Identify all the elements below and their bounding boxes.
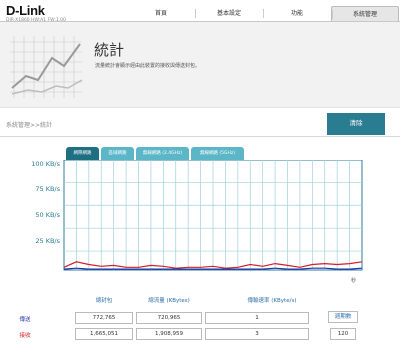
statistics-graph-icon <box>10 36 83 98</box>
traffic-chart: 100 KB/s 75 KB/s 50 KB/s 25 KB/s 秒 <box>0 160 400 288</box>
nav-home[interactable]: 首頁 <box>127 6 195 21</box>
tab-internet[interactable]: 網際網路 <box>66 147 99 161</box>
transmit-rate: 1 <box>205 312 309 324</box>
nav-basic-settings[interactable]: 基本設定 <box>195 6 263 21</box>
tab-wireless-24ghz[interactable]: 無線網路 (2.4GHz) <box>136 147 189 161</box>
column-header-traffic: 總流量 (KBytes) <box>148 298 190 304</box>
transmit-traffic: 720,965 <box>136 312 202 324</box>
nav-features[interactable]: 功能 <box>263 6 331 21</box>
clear-button[interactable]: 清除 <box>327 113 385 135</box>
interface-tabs: 網際網路 區域網路 無線網路 (2.4GHz) 無線網路 (5GHz) <box>66 147 246 161</box>
statistics-table: 總封包 總流量 (KBytes) 傳輸速率 (KByte/s) 傳送 772,7… <box>0 296 400 355</box>
tab-wireless-5ghz[interactable]: 無線網路 (5GHz) <box>191 147 244 161</box>
chart-plot <box>63 160 363 271</box>
dlink-logo: D-Link <box>6 3 45 18</box>
interval-input[interactable]: 120 <box>330 328 356 340</box>
receive-rate: 3 <box>205 328 309 340</box>
breadcrumb: 系統管理>>統計 <box>6 122 53 129</box>
tab-lan[interactable]: 區域網路 <box>101 147 134 161</box>
x-unit-label: 秒 <box>351 278 357 284</box>
column-header-rate: 傳輸速率 (KByte/s) <box>247 298 297 304</box>
receive-traffic: 1,908,959 <box>136 328 202 340</box>
transmit-packets: 772,765 <box>75 312 133 324</box>
nav-system-management[interactable]: 系統管理 <box>331 6 399 21</box>
page-title: 統計 <box>94 41 125 59</box>
row-label-receive: 接收 <box>19 333 31 339</box>
breadcrumb-row: 系統管理>>統計 清除 <box>0 113 400 137</box>
page-header: 統計 流量統計會顯示經由此裝置的接收與傳送封包。 <box>0 22 400 108</box>
page-description: 流量統計會顯示經由此裝置的接收與傳送封包。 <box>95 63 201 69</box>
interval-label: 週期數 <box>328 311 358 323</box>
row-label-transmit: 傳送 <box>19 317 31 323</box>
column-header-packets: 總封包 <box>95 298 113 304</box>
receive-packets: 1,665,051 <box>75 328 133 340</box>
